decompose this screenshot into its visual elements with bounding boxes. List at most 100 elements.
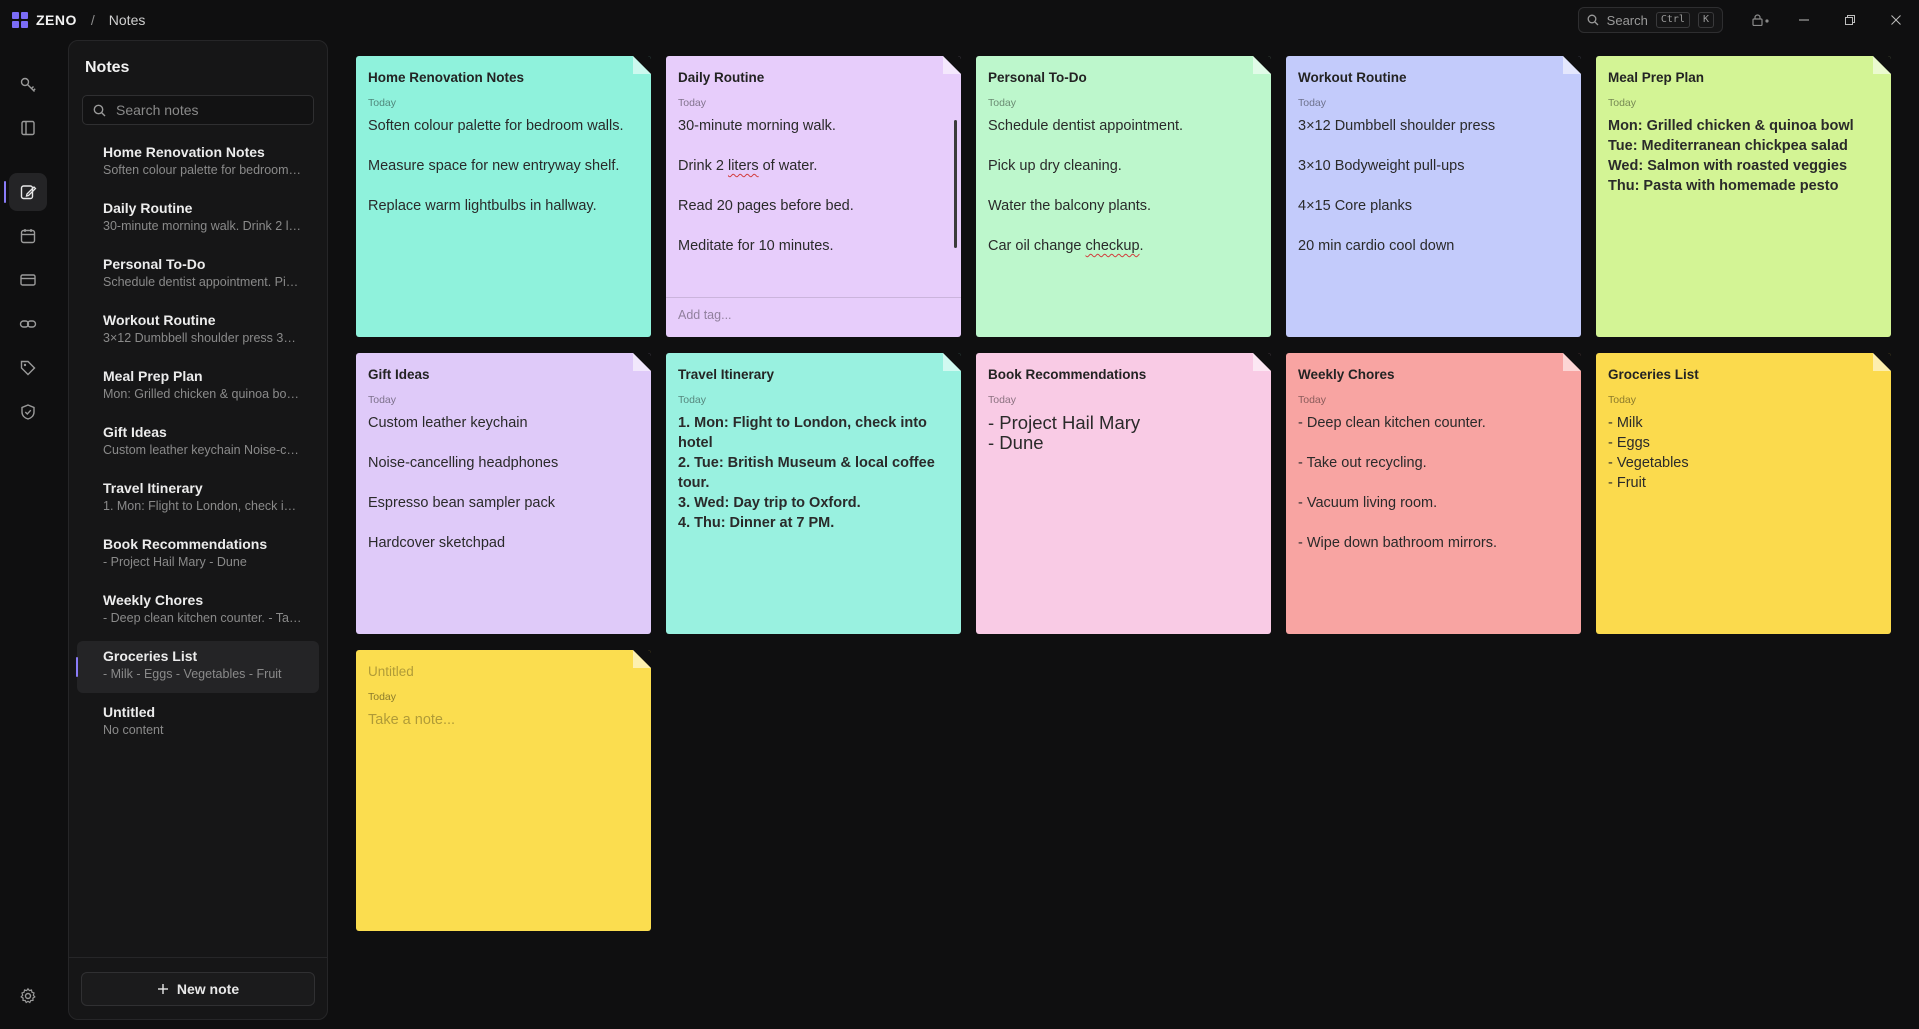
app-name: ZENO [36, 12, 77, 28]
note-list-item-title: Book Recommendations [103, 536, 268, 552]
note-card-body[interactable]: Mon: Grilled chicken & quinoa bowl Tue: … [1608, 116, 1879, 196]
note-list-item[interactable]: Workout Routine 3×12 Dumbbell shoulder pr… [77, 305, 319, 357]
new-note-button[interactable]: New note [81, 972, 315, 1006]
rail-item-cards[interactable] [9, 261, 47, 299]
global-search-button[interactable]: Search Ctrl K [1577, 7, 1723, 33]
restore-button[interactable] [1827, 0, 1873, 40]
note-card-date: Today [1608, 97, 1637, 109]
notes-list: Home Renovation Notes Soften colour palet… [76, 137, 319, 753]
note-list-item-title: Weekly Chores [103, 592, 204, 608]
rail-active-indicator [4, 181, 6, 203]
breadcrumb: Notes [108, 12, 146, 28]
page-corner-icon [1873, 56, 1891, 74]
note-card-body[interactable]: - Deep clean kitchen counter. - Take out… [1298, 413, 1569, 573]
note-line: 2. Tue: British Museum & local coffee to… [678, 455, 935, 491]
rail-item-book[interactable] [9, 109, 47, 147]
note-card-body[interactable]: Schedule dentist appointment. Pick up dr… [988, 116, 1259, 276]
note-line: Replace warm lightbulbs in hallway. [368, 198, 597, 214]
note-card[interactable]: Workout Routine Today 3×12 Dumbbell shou… [1286, 56, 1581, 337]
notes-sidebar: Notes Home Renovation Notes Soften colour… [68, 40, 328, 1020]
lock-icon [1752, 14, 1769, 26]
tag-icon [20, 360, 36, 376]
gear-icon [20, 987, 36, 1004]
restore-icon [1845, 15, 1855, 25]
settings-button[interactable] [9, 977, 47, 1015]
page-corner-icon [1253, 56, 1271, 74]
note-list-item[interactable]: Weekly Chores - Deep clean kitchen counte… [77, 585, 319, 637]
rail-item-security[interactable] [9, 393, 47, 431]
note-card-editing[interactable]: Daily Routine Today 30-minute morning wa… [666, 56, 961, 337]
note-card[interactable]: Groceries List Today - Milk - Eggs - Veg… [1596, 353, 1891, 634]
note-card-body[interactable]: 3×12 Dumbbell shoulder press 3×10 Bodywe… [1298, 116, 1569, 276]
note-list-item[interactable]: Personal To-Do Schedule dentist appointme… [77, 249, 319, 301]
note-line: 3×10 Bodyweight pull-ups [1298, 158, 1465, 174]
note-card-body[interactable]: 1. Mon: Flight to London, check into hot… [678, 413, 949, 533]
note-list-item-title: Daily Routine [103, 200, 193, 216]
note-card[interactable]: Personal To-Do Today Schedule dentist ap… [976, 56, 1271, 337]
note-line: - Deep clean kitchen counter. [1298, 415, 1486, 431]
rail-item-tags[interactable] [9, 349, 47, 387]
search-notes-input[interactable] [116, 102, 306, 118]
spellcheck-word: liters [727, 158, 759, 174]
minimize-button[interactable] [1781, 0, 1827, 40]
note-line: - Project Hail Mary [988, 412, 1141, 433]
link-icon [19, 320, 37, 328]
note-line: - Eggs [1608, 435, 1650, 451]
note-card-title: Daily Routine [678, 70, 765, 85]
note-card[interactable]: Travel Itinerary Today 1. Mon: Flight to… [666, 353, 961, 634]
note-scrollbar[interactable] [954, 120, 957, 248]
note-card[interactable]: Book Recommendations Today - Project Hai… [976, 353, 1271, 634]
note-card-body[interactable]: Custom leather keychain Noise-cancelling… [368, 413, 639, 573]
note-line: - Vegetables [1608, 455, 1689, 471]
page-corner-icon [943, 56, 961, 74]
note-list-item[interactable]: Travel Itinerary 1. Mon: Flight to London… [77, 473, 319, 525]
shortcut-key-k: K [1697, 12, 1714, 28]
note-card-body[interactable]: - Project Hail Mary - Dune [988, 413, 1259, 453]
nav-rail [0, 40, 58, 1029]
book-icon [21, 120, 35, 136]
note-list-item-preview: 1. Mon: Flight to London, check into hot… [103, 499, 303, 513]
note-card[interactable]: Weekly Chores Today - Deep clean kitchen… [1286, 353, 1581, 634]
note-card-title: Personal To-Do [988, 70, 1087, 85]
note-list-item-preview: Soften colour palette for bedroom walls.… [103, 163, 303, 177]
note-list-item[interactable]: Gift Ideas Custom leather keychain Noise-… [77, 417, 319, 469]
note-line: 30-minute morning walk. [678, 118, 836, 134]
note-list-item[interactable]: Meal Prep Plan Mon: Grilled chicken & qui… [77, 361, 319, 413]
note-card[interactable]: Gift Ideas Today Custom leather keychain… [356, 353, 651, 634]
note-list-item[interactable]: Book Recommendations - Project Hail Mary … [77, 529, 319, 581]
note-line: Meditate for 10 minutes. [678, 238, 834, 254]
note-list-item[interactable]: Daily Routine 30-minute morning walk. Dri… [77, 193, 319, 245]
note-list-item[interactable]: Home Renovation Notes Soften colour palet… [77, 137, 319, 189]
note-card-date: Today [1608, 394, 1637, 406]
note-card-body[interactable]: - Milk - Eggs - Vegetables - Fruit [1608, 413, 1879, 493]
sidebar-title: Notes [85, 59, 130, 76]
note-card-body[interactable]: 30-minute morning walk. Drink 2 liters o… [678, 116, 949, 276]
add-tag-input[interactable] [678, 308, 878, 322]
note-card-title: Groceries List [1608, 367, 1699, 382]
app-logo-icon [12, 12, 28, 28]
sidebar-footer: New note [69, 957, 327, 1019]
note-card[interactable]: Home Renovation Notes Today Soften colou… [356, 56, 651, 337]
note-placeholder: Take a note... [368, 712, 456, 728]
note-card-body[interactable]: Soften colour palette for bedroom walls.… [368, 116, 639, 236]
note-card-title: Weekly Chores [1298, 367, 1395, 382]
note-list-item[interactable]: Untitled No content [77, 697, 319, 749]
note-list-item-preview: 3×12 Dumbbell shoulder press 3×10 Bodywe… [103, 331, 303, 345]
note-line: Noise-cancelling headphones [368, 455, 559, 471]
note-list-item-selected[interactable]: Groceries List - Milk - Eggs - Vegetables… [76, 641, 319, 693]
note-card-title: Gift Ideas [368, 367, 430, 382]
note-card-body[interactable]: Take a note... [368, 710, 639, 750]
rail-item-links[interactable] [9, 305, 47, 343]
note-line: Espresso bean sampler pack [368, 495, 555, 511]
rail-item-calendar[interactable] [9, 217, 47, 255]
note-line: Custom leather keychain [368, 415, 528, 431]
note-list-item-preview: No content [103, 723, 164, 737]
rail-item-keys[interactable] [9, 66, 47, 104]
note-card[interactable]: Untitled Today Take a note... [356, 650, 651, 931]
note-list-item-preview: 30-minute morning walk. Drink 2 liters o… [103, 219, 303, 233]
lock-button[interactable] [1741, 0, 1781, 40]
search-icon [1587, 14, 1599, 26]
note-card[interactable]: Meal Prep Plan Today Mon: Grilled chicke… [1596, 56, 1891, 337]
close-button[interactable] [1873, 0, 1919, 40]
note-list-item-title: Groceries List [103, 648, 198, 664]
